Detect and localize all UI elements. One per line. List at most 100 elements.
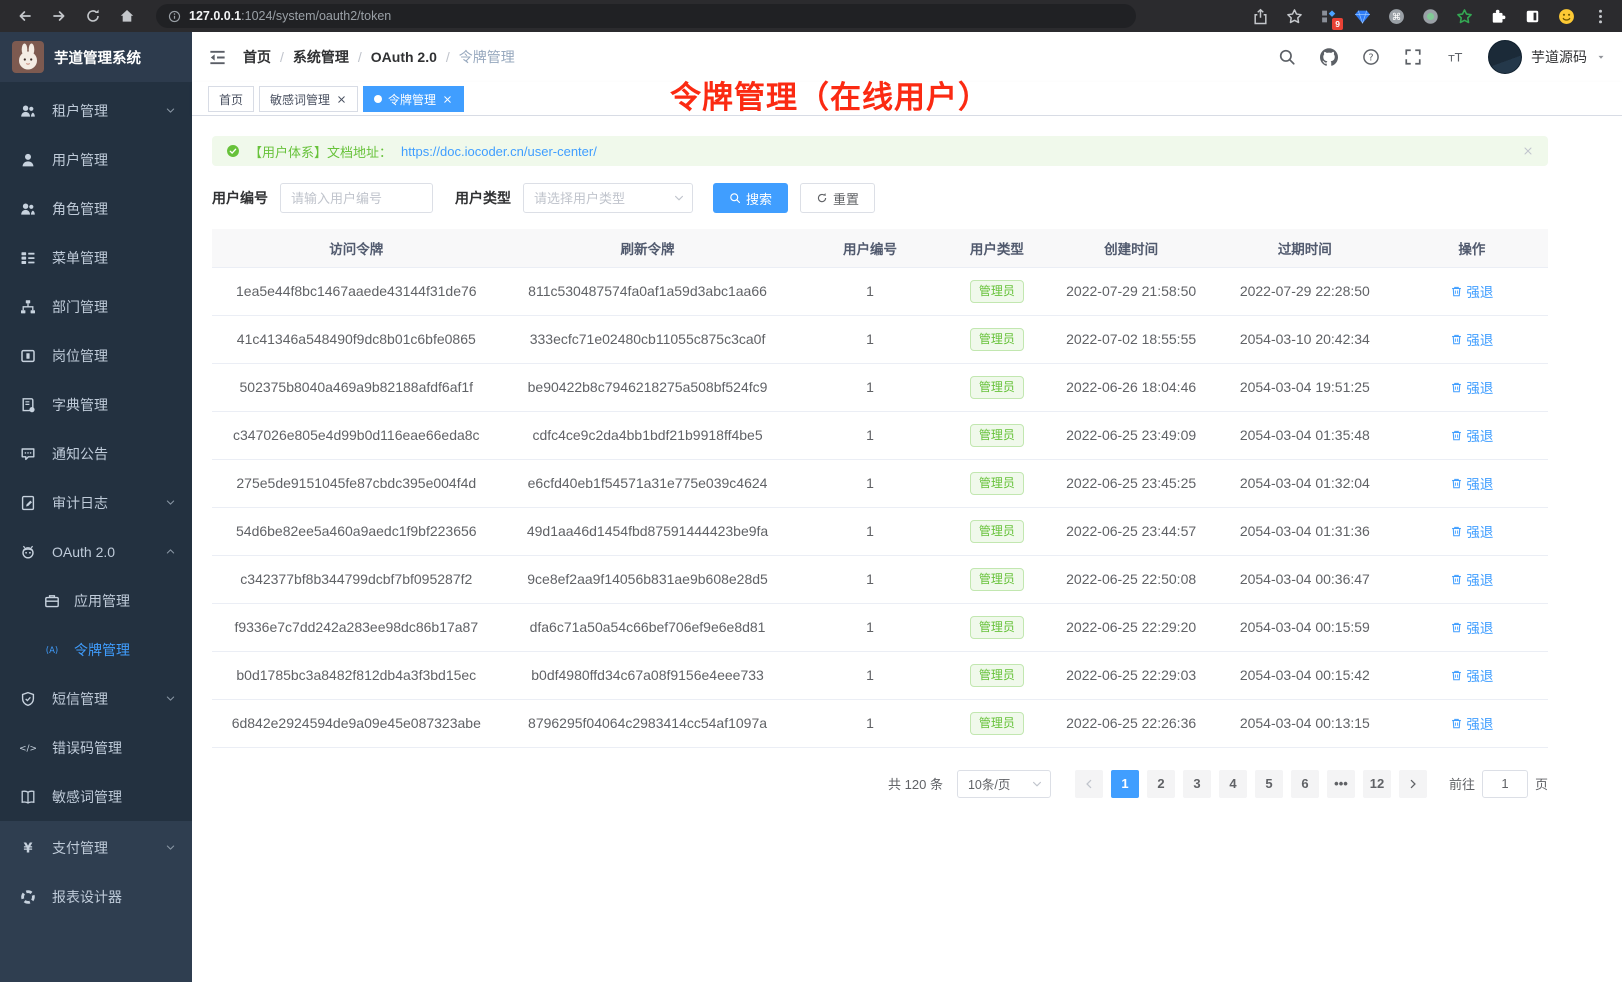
prev-page-button[interactable] [1075, 770, 1103, 798]
force-logout-button[interactable]: 强退 [1450, 425, 1493, 445]
address-bar[interactable]: 127.0.0.1:1024/system/oauth2/token [156, 4, 1136, 28]
close-icon[interactable] [442, 94, 453, 105]
doc-link[interactable]: https://doc.iocoder.cn/user-center/ [401, 144, 597, 159]
force-logout-button[interactable]: 强退 [1450, 329, 1493, 349]
user-menu[interactable]: 芋道源码 [1488, 40, 1606, 74]
sidebar-item-错误码管理[interactable]: 错误码管理 [0, 723, 192, 772]
browser-profile-avatar[interactable] [1556, 6, 1576, 26]
app-title: 芋道管理系统 [54, 47, 141, 68]
fullscreen-icon[interactable] [1404, 48, 1422, 66]
tab-令牌管理[interactable]: 令牌管理 [363, 86, 464, 112]
sidebar-item-短信管理[interactable]: 短信管理 [0, 674, 192, 723]
i-chat [20, 446, 36, 462]
extension-command-icon[interactable] [1386, 6, 1406, 26]
i-users [20, 103, 36, 119]
caret-down-icon [1596, 52, 1606, 62]
annotation-title: 令牌管理（在线用户） [670, 72, 990, 117]
page-button-6[interactable]: 6 [1291, 770, 1319, 798]
sidebar-item-OAuth 2.0[interactable]: OAuth 2.0 [0, 527, 192, 576]
sidebar-item-角色管理[interactable]: 角色管理 [0, 184, 192, 233]
sidebar-item-岗位管理[interactable]: 岗位管理 [0, 331, 192, 380]
browser-menu-button[interactable] [1590, 6, 1610, 26]
success-check-icon [226, 144, 240, 158]
font-size-icon[interactable] [1446, 48, 1464, 66]
tab-label: 敏感词管理 [270, 91, 330, 108]
breadcrumb-item[interactable]: 系统管理 [293, 47, 349, 67]
sidebar-item-菜单管理[interactable]: 菜单管理 [0, 233, 192, 282]
trash-icon [1450, 573, 1463, 586]
sidebar-item-租户管理[interactable]: 租户管理 [0, 86, 192, 135]
force-logout-button[interactable]: 强退 [1450, 617, 1493, 637]
help-icon[interactable] [1362, 48, 1380, 66]
force-logout-button[interactable]: 强退 [1450, 569, 1493, 589]
page-button-3[interactable]: 3 [1183, 770, 1211, 798]
extension-grid-icon[interactable]: 9 [1318, 6, 1338, 26]
browser-forward-button[interactable] [46, 3, 72, 29]
sidebar-item-审计日志[interactable]: 审计日志 [0, 478, 192, 527]
alert-close-icon[interactable] [1522, 145, 1534, 157]
tab-首页[interactable]: 首页 [208, 86, 254, 112]
sidebar-item-应用管理[interactable]: 应用管理 [0, 576, 192, 625]
breadcrumb-item[interactable]: OAuth 2.0 [371, 49, 437, 65]
extension-gem-icon[interactable] [1352, 6, 1372, 26]
created-at-cell: 2022-07-29 21:58:50 [1048, 267, 1214, 315]
github-icon[interactable] [1320, 48, 1338, 66]
extension-record-icon[interactable] [1420, 6, 1440, 26]
close-icon[interactable] [336, 94, 347, 105]
user-id-cell: 1 [795, 507, 946, 555]
table-row: c342377bf8b344799dcbf7bf095287f2 9ce8ef2… [212, 555, 1548, 603]
extensions-puzzle-button[interactable] [1488, 6, 1508, 26]
app-logo[interactable]: 芋道管理系统 [0, 32, 192, 82]
extension-green-star-icon[interactable] [1454, 6, 1474, 26]
sidebar-item-label: 报表设计器 [52, 887, 122, 907]
sidebar-item-支付管理[interactable]: 支付管理 [0, 823, 192, 872]
table-row: 502375b8040a469a9b82188afdf6af1f be90422… [212, 363, 1548, 411]
breadcrumb-item: 令牌管理 [459, 47, 515, 67]
force-logout-button[interactable]: 强退 [1450, 713, 1493, 733]
sidebar-item-label: 敏感词管理 [52, 787, 122, 807]
page-button-•••[interactable]: ••• [1327, 770, 1355, 798]
page-button-12[interactable]: 12 [1363, 770, 1391, 798]
expires-at-cell: 2054-03-04 01:31:36 [1214, 507, 1396, 555]
goto-page-input[interactable] [1482, 770, 1528, 798]
column-header: 用户类型 [945, 229, 1048, 267]
created-at-cell: 2022-07-02 18:55:55 [1048, 315, 1214, 363]
expires-at-cell: 2054-03-04 19:51:25 [1214, 363, 1396, 411]
browser-home-button[interactable] [114, 3, 140, 29]
sidebar-item-用户管理[interactable]: 用户管理 [0, 135, 192, 184]
next-page-button[interactable] [1399, 770, 1427, 798]
force-logout-button[interactable]: 强退 [1450, 281, 1493, 301]
force-logout-button[interactable]: 强退 [1450, 377, 1493, 397]
i-menu [20, 250, 36, 266]
force-logout-button[interactable]: 强退 [1450, 521, 1493, 541]
extension-window-icon[interactable] [1522, 6, 1542, 26]
force-logout-button[interactable]: 强退 [1450, 665, 1493, 685]
page-button-4[interactable]: 4 [1219, 770, 1247, 798]
sidebar-item-令牌管理[interactable]: 令牌管理 [0, 625, 192, 674]
breadcrumb-item[interactable]: 首页 [243, 47, 271, 67]
sidebar-item-通知公告[interactable]: 通知公告 [0, 429, 192, 478]
i-users [20, 201, 36, 217]
sidebar-item-敏感词管理[interactable]: 敏感词管理 [0, 772, 192, 821]
bookmark-star-button[interactable] [1284, 6, 1304, 26]
page-button-1[interactable]: 1 [1111, 770, 1139, 798]
search-icon[interactable] [1278, 48, 1296, 66]
search-button[interactable]: 搜索 [713, 183, 788, 213]
user-type-select[interactable] [523, 183, 693, 213]
sidebar-collapse-button[interactable] [208, 48, 227, 67]
page-button-5[interactable]: 5 [1255, 770, 1283, 798]
user-id-input[interactable] [280, 183, 433, 213]
sidebar-item-字典管理[interactable]: 字典管理 [0, 380, 192, 429]
trash-icon [1450, 525, 1463, 538]
reset-button[interactable]: 重置 [800, 183, 875, 213]
force-logout-button[interactable]: 强退 [1450, 473, 1493, 493]
page-size-select[interactable] [957, 770, 1051, 798]
browser-back-button[interactable] [12, 3, 38, 29]
browser-reload-button[interactable] [80, 3, 106, 29]
tab-敏感词管理[interactable]: 敏感词管理 [259, 86, 358, 112]
sidebar-item-报表设计器[interactable]: 报表设计器 [0, 872, 192, 921]
page-button-2[interactable]: 2 [1147, 770, 1175, 798]
sidebar-item-部门管理[interactable]: 部门管理 [0, 282, 192, 331]
trash-icon [1450, 333, 1463, 346]
share-button[interactable] [1250, 6, 1270, 26]
